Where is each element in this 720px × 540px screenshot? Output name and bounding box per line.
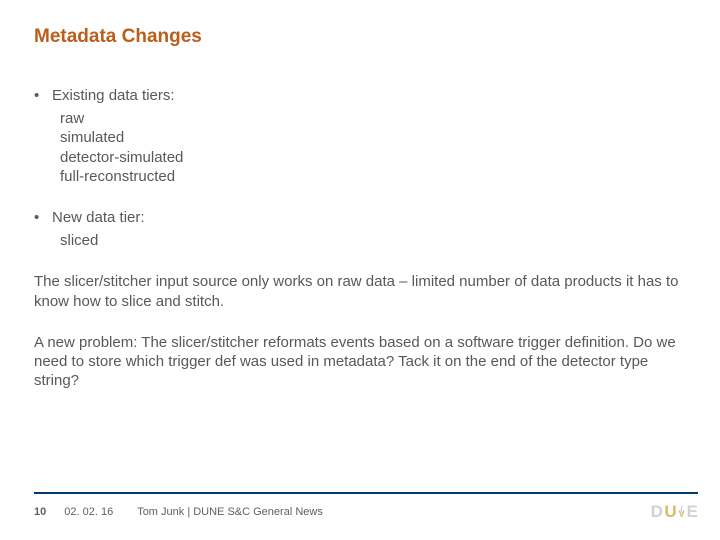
slide-content: • Existing data tiers: raw simulated det…	[34, 86, 686, 390]
logo-neutrino-icon: ( V	[679, 507, 685, 517]
logo-letter-d: D	[651, 502, 664, 522]
bullet-text: New data tier:	[52, 208, 686, 227]
paragraph-slicer-limits: The slicer/stitcher input source only wo…	[34, 272, 686, 310]
footer-row: 10 02. 02. 16 Tom Junk | DUNE S&C Genera…	[34, 502, 698, 522]
slide-title: Metadata Changes	[34, 26, 686, 48]
page-number: 10	[34, 506, 46, 518]
slide: Metadata Changes • Existing data tiers: …	[0, 0, 720, 540]
footer-rule	[34, 492, 698, 494]
paragraph-new-problem: A new problem: The slicer/stitcher refor…	[34, 333, 686, 391]
footer-attribution: Tom Junk | DUNE S&C General News	[137, 506, 323, 518]
dune-logo: D U ( V E	[651, 502, 698, 522]
logo-letter-v: V	[679, 512, 685, 517]
footer-date: 02. 02. 16	[64, 506, 113, 518]
logo-letter-u: U	[664, 502, 676, 522]
bullet-existing-tiers: • Existing data tiers:	[34, 86, 686, 105]
subitem-detector-simulated: detector-simulated	[34, 148, 686, 167]
subitem-simulated: simulated	[34, 128, 686, 147]
spacer	[34, 186, 686, 208]
bullet-dot: •	[34, 86, 52, 105]
logo-letter-e: E	[687, 502, 698, 522]
subitem-raw: raw	[34, 109, 686, 128]
bullet-text: Existing data tiers:	[52, 86, 686, 105]
subitem-sliced: sliced	[34, 231, 686, 250]
bullet-new-tier: • New data tier:	[34, 208, 686, 227]
bullet-dot: •	[34, 208, 52, 227]
footer: 10 02. 02. 16 Tom Junk | DUNE S&C Genera…	[34, 492, 698, 522]
subitem-full-reconstructed: full-reconstructed	[34, 167, 686, 186]
